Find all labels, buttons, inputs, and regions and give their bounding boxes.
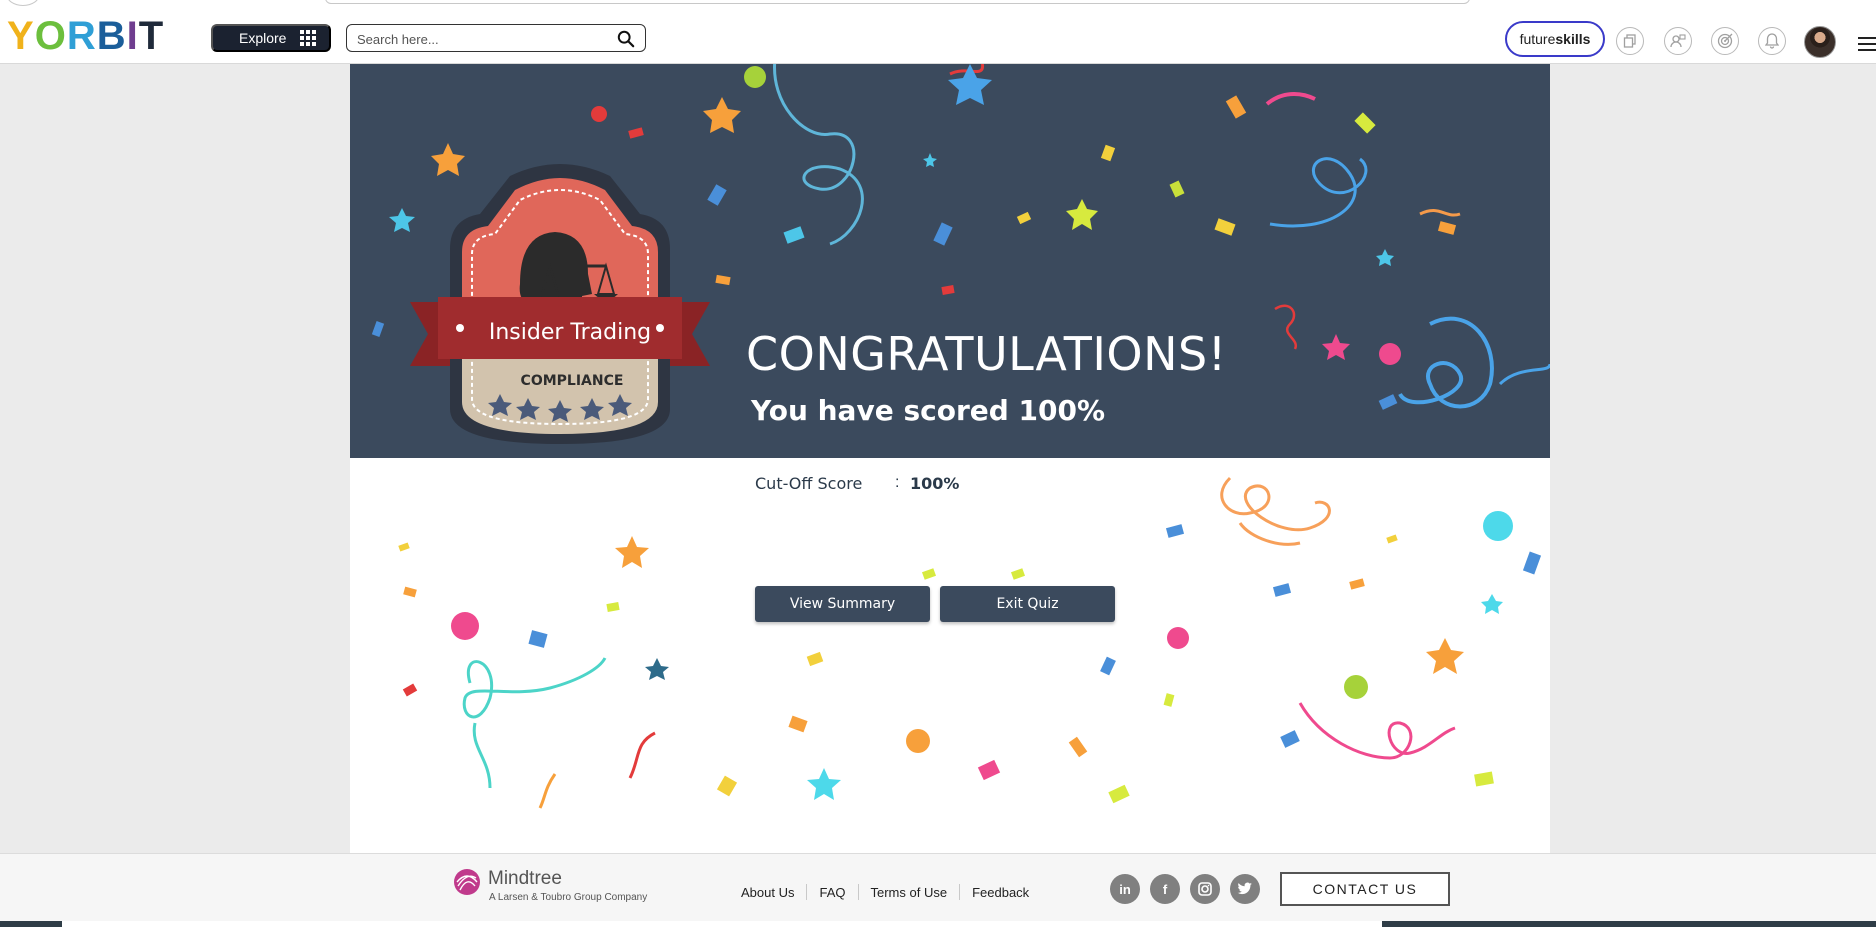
future-skills-part2: skills — [1555, 31, 1591, 47]
view-summary-button[interactable]: View Summary — [755, 586, 930, 622]
contact-us-button[interactable]: CONTACT US — [1280, 872, 1450, 906]
logo-letter: O — [34, 14, 67, 58]
apps-grid-icon — [300, 30, 317, 46]
facebook-icon[interactable]: f — [1150, 874, 1180, 904]
yorbit-logo[interactable]: YORBIT — [7, 16, 164, 56]
link-divider — [806, 884, 808, 900]
result-details-panel — [350, 458, 1550, 853]
mindtree-logo-icon — [454, 869, 480, 895]
address-bar[interactable] — [325, 0, 1470, 4]
future-skills-part1: future — [1519, 31, 1556, 47]
copy-icon[interactable] — [1616, 27, 1644, 55]
congratulations-heading: CONGRATULATIONS! — [746, 327, 1227, 381]
footer-link-feedback[interactable]: Feedback — [972, 885, 1029, 900]
footer-link-faq[interactable]: FAQ — [819, 885, 845, 900]
logo-letter: I — [126, 14, 139, 58]
footer-link-terms[interactable]: Terms of Use — [871, 885, 948, 900]
target-icon[interactable] — [1711, 27, 1739, 55]
cutoff-score-label: Cut-Off Score — [755, 474, 863, 493]
search-icon[interactable] — [617, 30, 635, 48]
user-chat-icon[interactable] — [1664, 27, 1692, 55]
mindtree-tagline: A Larsen & Toubro Group Company — [489, 892, 648, 903]
link-divider — [959, 884, 961, 900]
search-bar — [346, 24, 646, 52]
app-header: YORBIT Explore futureskills — [0, 6, 1876, 64]
twitter-icon[interactable] — [1230, 874, 1260, 904]
linkedin-icon[interactable]: in — [1110, 874, 1140, 904]
page-footer: Mindtree A Larsen & Toubro Group Company… — [0, 853, 1876, 921]
logo-letter: B — [96, 14, 127, 58]
explore-button[interactable]: Explore — [211, 24, 331, 52]
insider-trading-badge — [410, 164, 710, 444]
bell-icon[interactable] — [1758, 27, 1786, 55]
explore-label: Explore — [239, 30, 287, 46]
footer-link-about[interactable]: About Us — [741, 885, 794, 900]
logo-letter: Y — [7, 14, 35, 58]
cutoff-separator: : — [895, 474, 900, 491]
badge-title: Insider Trading — [488, 320, 652, 345]
confetti-decoration — [398, 476, 1542, 809]
footer-bottom-bar — [0, 921, 1876, 927]
logo-letter: R — [66, 14, 97, 58]
cutoff-score-value: 100% — [910, 474, 960, 493]
instagram-icon[interactable] — [1190, 874, 1220, 904]
logo-letter: T — [138, 14, 165, 58]
badge-subtitle: COMPLIANCE — [520, 373, 624, 389]
hamburger-menu-icon[interactable] — [1858, 37, 1876, 51]
profile-avatar[interactable] — [1804, 26, 1836, 58]
mindtree-brand[interactable]: Mindtree — [488, 868, 562, 890]
exit-quiz-button[interactable]: Exit Quiz — [940, 586, 1115, 622]
score-text: You have scored 100% — [751, 394, 1106, 427]
future-skills-badge[interactable]: future skills — [1505, 21, 1605, 57]
footer-links: About Us FAQ Terms of Use Feedback — [741, 884, 1029, 900]
search-input[interactable] — [357, 29, 597, 49]
link-divider — [857, 884, 859, 900]
